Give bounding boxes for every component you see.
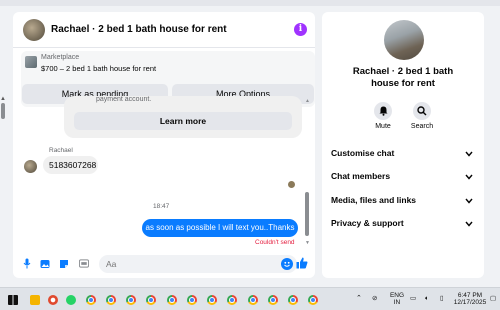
avatar[interactable]: [24, 160, 37, 173]
section-label: Privacy & support: [331, 218, 404, 228]
listing-source-label: Marketplace: [41, 54, 80, 61]
chrome-icon[interactable]: [268, 295, 278, 305]
profile-name: Rachael · 2 bed 1 bath house for rent: [322, 66, 484, 90]
message-input[interactable]: [99, 255, 269, 273]
mute-action[interactable]: Mute: [366, 102, 400, 130]
message-input-box[interactable]: [99, 255, 297, 273]
language-indicator[interactable]: ENG IN: [389, 292, 405, 306]
chrome-icon[interactable]: [207, 295, 217, 305]
battery-icon[interactable]: ▯: [440, 295, 444, 302]
seen-avatar: [288, 181, 295, 188]
chevron-down-icon: [465, 149, 473, 159]
chat-title[interactable]: Rachael · 2 bed 1 bath house for rent: [51, 24, 227, 35]
search-icon[interactable]: [413, 102, 431, 120]
system-message-text: payment account.: [96, 96, 152, 103]
search-label: Search: [410, 123, 434, 130]
chrome-icon[interactable]: [106, 295, 116, 305]
browser-top-strip: [0, 0, 500, 6]
mute-label: Mute: [375, 123, 391, 130]
clock-time: 6:47 PM: [457, 292, 483, 299]
send-error-text[interactable]: Couldn't send: [255, 239, 295, 246]
windows-taskbar: ⌃ ⊘ ENG IN ▭ 🔈︎ ▯ 6:47 PM 12/17/2025 ▢: [0, 287, 500, 310]
chat-panel: Rachael · 2 bed 1 bath house for rent i …: [13, 12, 315, 278]
section-label: Media, files and links: [331, 195, 417, 205]
chrome-icon[interactable]: [126, 295, 136, 305]
scroll-down-arrow-icon[interactable]: ▼: [305, 240, 310, 246]
message-composer: [13, 253, 315, 278]
chrome-icon[interactable]: [227, 295, 237, 305]
notifications-icon[interactable]: ▢: [490, 295, 496, 302]
learn-more-button[interactable]: Learn more: [74, 112, 292, 130]
gallery-icon[interactable]: [40, 258, 50, 269]
scrollbar-thumb[interactable]: [305, 192, 309, 236]
whatsapp-icon[interactable]: [66, 295, 76, 305]
chrome-icon[interactable]: [86, 295, 96, 305]
section-privacy-support[interactable]: Privacy & support: [331, 218, 477, 232]
section-label: Customise chat: [331, 148, 395, 158]
language-bottom: IN: [393, 299, 401, 306]
chevron-down-icon: [465, 219, 473, 229]
section-customise-chat[interactable]: Customise chat: [331, 148, 477, 162]
chrome-icon[interactable]: [248, 295, 258, 305]
search-action[interactable]: Search: [405, 102, 439, 130]
section-chat-members[interactable]: Chat members: [331, 171, 477, 185]
system-message-card: payment account. Learn more: [64, 96, 302, 138]
language-top: ENG: [389, 292, 405, 299]
listing-price[interactable]: $700 – 2 bed 1 bath house for rent: [41, 64, 156, 73]
sticker-icon[interactable]: [59, 258, 69, 269]
clock-date: 12/17/2025: [453, 299, 487, 306]
received-message-bubble[interactable]: 5183607268: [43, 156, 98, 174]
like-thumbs-up-icon[interactable]: [296, 257, 308, 269]
chrome-icon[interactable]: [288, 295, 298, 305]
chat-header: Rachael · 2 bed 1 bath house for rent i: [13, 12, 315, 48]
scroll-up-arrow-icon[interactable]: ▲: [305, 98, 310, 104]
section-media-files-links[interactable]: Media, files and links: [331, 195, 477, 209]
sent-message-bubble[interactable]: as soon as possible I will text you..Tha…: [142, 219, 298, 237]
gif-icon[interactable]: [79, 258, 89, 269]
profile-avatar[interactable]: [384, 20, 424, 60]
sender-name: Rachael: [49, 147, 73, 154]
message-timestamp: 18:47: [153, 203, 170, 210]
chrome-icon[interactable]: [146, 295, 156, 305]
chevron-down-icon: [465, 172, 473, 182]
clock[interactable]: 6:47 PM 12/17/2025: [450, 292, 490, 306]
avatar[interactable]: [23, 18, 45, 41]
file-explorer-icon[interactable]: [30, 295, 40, 305]
windows-start-icon[interactable]: [8, 295, 18, 305]
left-scroll-up-arrow-icon[interactable]: ▲: [0, 96, 6, 102]
listing-thumbnail[interactable]: [25, 56, 37, 68]
chevron-down-icon: [465, 196, 473, 206]
info-icon[interactable]: i: [294, 23, 307, 36]
volume-icon[interactable]: 🔈︎: [425, 295, 429, 302]
chrome-icon[interactable]: [167, 295, 177, 305]
chrome-icon[interactable]: [308, 295, 318, 305]
left-scrollbar-thumb[interactable]: [1, 103, 5, 119]
show-hidden-icons-chevron-icon[interactable]: ⌃: [356, 295, 362, 302]
bell-icon[interactable]: [374, 102, 392, 120]
lens-app-icon[interactable]: [48, 295, 58, 305]
network-icon[interactable]: ▭: [410, 295, 416, 302]
emoji-icon[interactable]: [281, 258, 293, 270]
profile-name-text: Rachael · 2 bed 1 bath house for rent: [352, 66, 454, 89]
section-label: Chat members: [331, 171, 391, 181]
location-off-icon[interactable]: ⊘: [372, 295, 377, 302]
chrome-icon[interactable]: [187, 295, 197, 305]
microphone-icon[interactable]: [22, 258, 32, 269]
conversation-info-panel: Rachael · 2 bed 1 bath house for rent Mu…: [322, 12, 484, 278]
